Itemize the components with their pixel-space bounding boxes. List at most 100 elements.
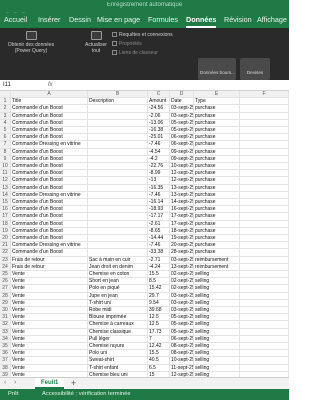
row-number[interactable]: 28	[0, 292, 11, 300]
table-cell[interactable]: 03-sept-25	[170, 256, 194, 264]
table-cell[interactable]: 02-sept-25	[170, 271, 194, 279]
table-cell[interactable]: purchase	[194, 235, 240, 243]
table-cell[interactable]: Vente	[11, 357, 88, 365]
table-cell[interactable]: Vente	[11, 364, 88, 372]
table-cell[interactable]: reimbursement	[194, 256, 240, 264]
table-cell[interactable]: Title	[11, 98, 88, 106]
row-number[interactable]: 25	[0, 271, 11, 279]
table-cell[interactable]	[240, 263, 289, 271]
table-cell[interactable]	[240, 148, 289, 156]
table-cell[interactable]: purchase	[194, 213, 240, 221]
table-cell[interactable]	[240, 292, 289, 300]
table-cell[interactable]: -16.35	[148, 184, 170, 192]
table-cell[interactable]: Commande d'un Boost	[11, 105, 88, 113]
table-cell[interactable]: 05-sept-25	[170, 321, 194, 329]
table-cell[interactable]: 16-sept-25	[170, 206, 194, 214]
tab-formules[interactable]: Formules	[148, 15, 178, 24]
table-cell[interactable]: -2.61	[148, 220, 170, 228]
table-cell[interactable]: Commande d'un Boost	[11, 220, 88, 228]
row-number[interactable]: 21	[0, 242, 11, 250]
table-cell[interactable]	[88, 184, 148, 192]
table-cell[interactable]: -7.46	[148, 141, 170, 149]
table-cell[interactable]	[88, 191, 148, 199]
table-cell[interactable]: 05-sept-25	[170, 119, 194, 127]
table-cell[interactable]	[88, 213, 148, 221]
table-cell[interactable]: selling	[194, 321, 240, 329]
table-cell[interactable]: 13-sept-25	[170, 263, 194, 271]
table-cell[interactable]: Commande Dressing en vitrine	[11, 141, 88, 149]
table-cell[interactable]: Commande d'un Boost	[11, 199, 88, 207]
table-cell[interactable]	[88, 235, 148, 243]
table-cell[interactable]: Chemise à carreaux	[88, 321, 148, 329]
table-cell[interactable]: -7.46	[148, 191, 170, 199]
table-cell[interactable]: Vente	[11, 271, 88, 279]
table-cell[interactable]	[88, 155, 148, 163]
sheet-tab-feuil1[interactable]: Feuil1	[35, 378, 65, 389]
table-cell[interactable]	[88, 249, 148, 257]
tab-mise-en-page[interactable]: Mise en page	[97, 15, 140, 24]
table-cell[interactable]: purchase	[194, 191, 240, 199]
table-cell[interactable]: Commande d'un Boost	[11, 112, 88, 120]
table-cell[interactable]: 17-sept-25	[170, 213, 194, 221]
table-cell[interactable]	[240, 98, 289, 106]
table-cell[interactable]: Commande d'un Boost	[11, 134, 88, 142]
table-cell[interactable]: 39.68	[148, 307, 170, 315]
table-cell[interactable]	[240, 299, 289, 307]
table-cell[interactable]	[240, 321, 289, 329]
row-number[interactable]: 27	[0, 285, 11, 293]
table-cell[interactable]: -16.38	[148, 127, 170, 135]
table-cell[interactable]: 17-sept-25	[170, 220, 194, 228]
table-cell[interactable]: Chemise rayure	[88, 343, 148, 351]
table-cell[interactable]: 03-sept-25	[170, 105, 194, 113]
table-cell[interactable]: Commande Dressing en vitrine	[11, 191, 88, 199]
table-cell[interactable]	[88, 119, 148, 127]
table-cell[interactable]	[240, 242, 289, 250]
table-cell[interactable]	[240, 271, 289, 279]
table-cell[interactable]: 11-sept-25	[170, 364, 194, 372]
row-number[interactable]: 1	[0, 98, 11, 106]
table-cell[interactable]: purchase	[194, 170, 240, 178]
tab-donnees[interactable]: Données	[186, 15, 217, 28]
table-cell[interactable]: 20-sept-25	[170, 242, 194, 250]
table-cell[interactable]: 05-sept-25	[170, 314, 194, 322]
table-cell[interactable]: purchase	[194, 227, 240, 235]
table-cell[interactable]: Jean droit en denim	[88, 263, 148, 271]
table-cell[interactable]	[240, 127, 289, 135]
table-cell[interactable]: 7	[148, 335, 170, 343]
row-number[interactable]: 12	[0, 177, 11, 185]
select-all-corner[interactable]	[0, 91, 11, 99]
table-cell[interactable]	[88, 220, 148, 228]
table-cell[interactable]	[88, 148, 148, 156]
fx-icon[interactable]: fx	[48, 81, 53, 90]
table-cell[interactable]	[240, 141, 289, 149]
accessibility-status[interactable]: Accessibilité : vérification terminée	[42, 391, 131, 397]
table-cell[interactable]: 12.5	[148, 314, 170, 322]
table-cell[interactable]	[88, 199, 148, 207]
table-cell[interactable]: Vente	[11, 314, 88, 322]
table-cell[interactable]: -2.06	[148, 112, 170, 120]
row-number[interactable]: 38	[0, 364, 11, 372]
row-number[interactable]: 8	[0, 148, 11, 156]
table-cell[interactable]: Chemise classique	[88, 328, 148, 336]
table-cell[interactable]	[240, 307, 289, 315]
table-cell[interactable]	[240, 343, 289, 351]
table-cell[interactable]	[240, 177, 289, 185]
table-cell[interactable]: 10-sept-25	[170, 357, 194, 365]
table-cell[interactable]: T-shirt enfant	[88, 364, 148, 372]
table-cell[interactable]: Commande d'un Boost	[11, 213, 88, 221]
table-cell[interactable]	[240, 278, 289, 286]
table-cell[interactable]: purchase	[194, 134, 240, 142]
row-number[interactable]: 11	[0, 170, 11, 178]
table-cell[interactable]: Commande d'un Boost	[11, 227, 88, 235]
table-cell[interactable]	[240, 155, 289, 163]
table-cell[interactable]: -4.24	[148, 263, 170, 271]
table-cell[interactable]: Vente	[11, 335, 88, 343]
table-cell[interactable]	[240, 119, 289, 127]
table-cell[interactable]: Commande d'un Boost	[11, 170, 88, 178]
table-cell[interactable]: 15.5	[148, 350, 170, 358]
table-cell[interactable]: -33.38	[148, 249, 170, 257]
table-cell[interactable]	[240, 357, 289, 365]
table-cell[interactable]	[88, 141, 148, 149]
table-cell[interactable]	[88, 227, 148, 235]
table-cell[interactable]	[240, 112, 289, 120]
